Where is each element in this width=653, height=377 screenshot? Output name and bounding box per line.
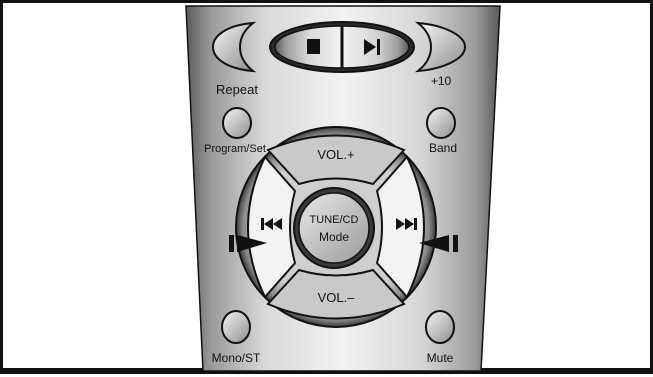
mode-label: Mode — [319, 230, 349, 244]
repeat-label: Repeat — [216, 82, 258, 97]
transport-oval — [269, 21, 415, 73]
mono-st-button[interactable] — [221, 310, 251, 344]
plus10-label: +10 — [431, 74, 452, 88]
band-label: Band — [429, 141, 457, 155]
tune-cd-mode-button[interactable] — [293, 187, 375, 269]
vol-plus-label: VOL.+ — [317, 147, 354, 162]
image-frame: Repeat +10 Program/Set Band VOL.+ VOL.– … — [0, 0, 653, 374]
mute-label: Mute — [427, 351, 454, 365]
remote-control: Repeat +10 Program/Set Band VOL.+ VOL.– … — [185, 5, 501, 372]
program-set-label: Program/Set — [204, 143, 266, 155]
program-set-button[interactable] — [222, 107, 252, 139]
mute-button[interactable] — [425, 310, 455, 344]
band-button[interactable] — [426, 107, 456, 139]
vol-minus-label: VOL.– — [318, 290, 356, 305]
mono-st-label: Mono/ST — [212, 351, 261, 365]
tune-cd-label: TUNE/CD — [310, 214, 359, 226]
stop-button[interactable] — [307, 39, 320, 54]
